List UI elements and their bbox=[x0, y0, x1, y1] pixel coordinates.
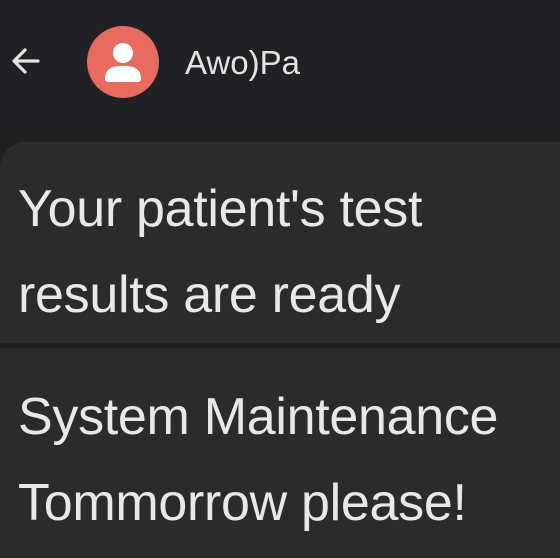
message-bubble[interactable]: Your patient's test results are ready bbox=[0, 142, 560, 343]
contact-name[interactable]: Awo)Pa bbox=[185, 43, 300, 83]
app-bar: Awo)Pa bbox=[0, 0, 560, 126]
avatar[interactable] bbox=[87, 26, 159, 98]
message-line: Your patient's test bbox=[18, 180, 423, 238]
arrow-left-icon bbox=[12, 48, 40, 74]
back-button[interactable] bbox=[4, 40, 46, 82]
message-bubble[interactable]: System Maintenance Tommorrow please! bbox=[0, 348, 560, 558]
message-line: Tommorrow please! bbox=[18, 474, 467, 532]
message-line: results are ready bbox=[18, 266, 401, 324]
message-list: Your patient's test results are ready Sy… bbox=[0, 126, 560, 558]
person-icon bbox=[105, 43, 141, 82]
message-text: System Maintenance Tommorrow please! bbox=[18, 374, 560, 546]
message-text: Your patient's test results are ready bbox=[18, 166, 560, 338]
message-line: System Maintenance bbox=[18, 388, 499, 446]
